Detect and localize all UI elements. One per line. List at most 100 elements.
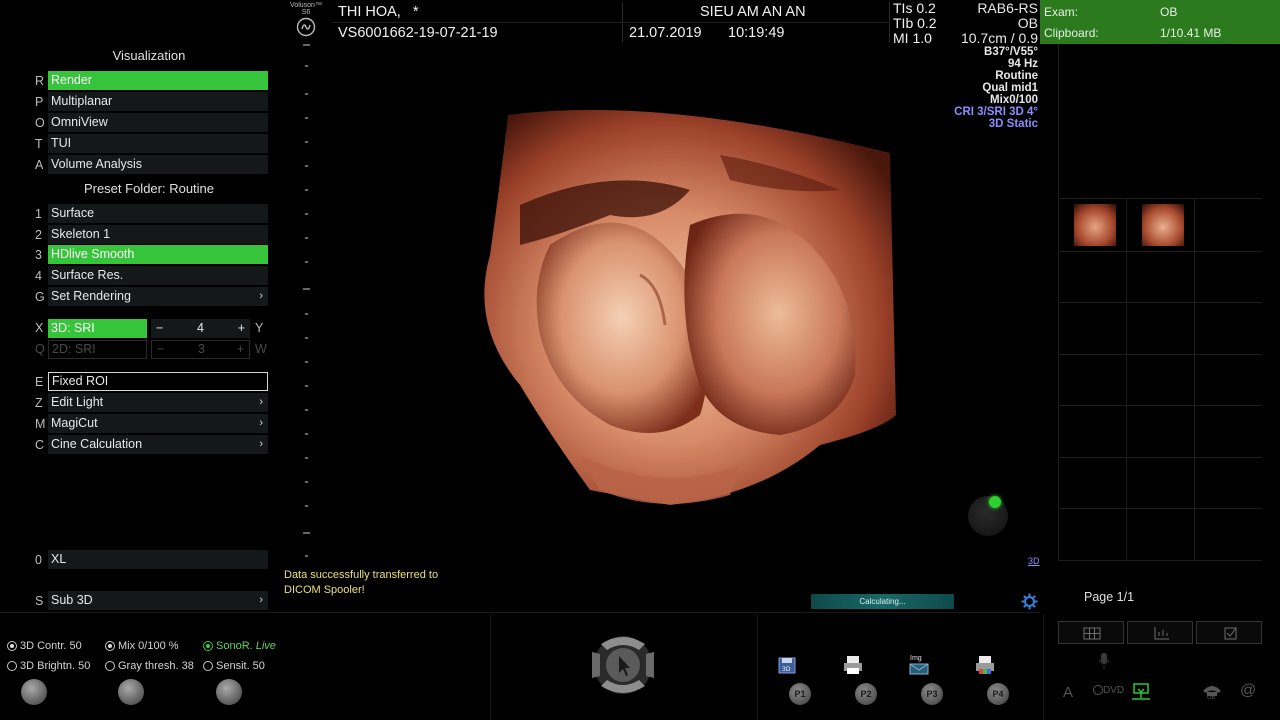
3d-contrast-control[interactable]: 3D Contr. 50 (7, 640, 82, 652)
printer-icon[interactable] (842, 654, 864, 676)
chevron-right-icon: › (259, 417, 263, 429)
font-size-button[interactable]: A (1063, 684, 1073, 701)
xl-button[interactable]: 0 XL (30, 550, 268, 569)
clipboard-thumbnail[interactable] (1074, 204, 1116, 246)
menu-item-label: Surface (48, 204, 268, 223)
hotkey: P (35, 94, 44, 109)
rotary-knob[interactable] (216, 679, 242, 705)
svg-text:3D: 3D (782, 666, 791, 673)
menu-multiplanar[interactable]: P Multiplanar (30, 92, 268, 111)
rotary-knob[interactable] (21, 679, 47, 705)
mix-control[interactable]: Mix 0/100 % (105, 640, 179, 652)
minus-button[interactable]: − (157, 341, 164, 358)
microphone-icon[interactable] (1097, 652, 1111, 670)
send-image-button[interactable]: Img (908, 654, 930, 676)
minus-button[interactable]: − (156, 319, 163, 338)
ge-logo: Voluson™ S6 (286, 2, 326, 42)
menu-omniview[interactable]: O OmniView (30, 113, 268, 132)
plus-button[interactable]: + (237, 341, 244, 358)
mi-index: MI 1.0 (893, 30, 932, 46)
gray-threshold-control[interactable]: Gray thresh. 38 (105, 660, 194, 672)
email-button[interactable]: @ (1240, 682, 1256, 700)
img-label: Img (910, 655, 922, 662)
exam-date: 21.07.2019 (629, 25, 702, 41)
rotary-knob[interactable] (118, 679, 144, 705)
p1-button[interactable]: P1 (789, 683, 811, 705)
hotkey: T (35, 136, 43, 151)
sri-3d-stepper[interactable]: − 4 + (151, 319, 250, 338)
sri-3d-button[interactable]: 3D: SRI (48, 319, 147, 338)
color-printer-icon[interactable] (974, 654, 996, 676)
checklist-button[interactable] (1196, 621, 1262, 644)
hotkey: G (35, 289, 45, 304)
sensitivity-control[interactable]: Sensit. 50 (203, 660, 265, 672)
menu-item-label: Volume Analysis (48, 155, 268, 174)
ge-monogram-icon (296, 17, 316, 37)
depth-scale (303, 44, 310, 557)
quality: Qual mid1 (982, 82, 1038, 94)
menu-volume-analysis[interactable]: A Volume Analysis (30, 155, 268, 174)
plus-button[interactable]: + (238, 319, 245, 338)
cine-calculation[interactable]: C Cine Calculation › (30, 435, 268, 454)
sub-3d[interactable]: S Sub 3D › (30, 591, 268, 610)
hotkey: 0 (35, 552, 42, 567)
p3-button[interactable]: P3 (921, 683, 943, 705)
sri-2d-stepper[interactable]: − 3 + (151, 340, 250, 359)
p4-button[interactable]: P4 (987, 683, 1009, 705)
trackball-navigator[interactable] (586, 632, 660, 698)
hotkey: Q (35, 342, 45, 356)
sri-3d-value: 4 (197, 321, 204, 335)
exam-panel[interactable]: Exam: OB Clipboard: 1/10.41 MB (1040, 0, 1280, 44)
hotkey: X (35, 321, 44, 335)
brand-model: S6 (301, 9, 311, 16)
dvd-button[interactable]: DVD (1093, 685, 1124, 696)
magicut[interactable]: M MagiCut › (30, 414, 268, 433)
menu-item-label: Fixed ROI (48, 372, 268, 391)
3d-brightness-control[interactable]: 3D Brightn. 50 (7, 660, 90, 672)
hotkey: 1 (35, 206, 42, 221)
disc-icon (1093, 685, 1103, 696)
hotkey: Y (255, 321, 264, 335)
chevron-right-icon: › (259, 594, 263, 606)
preset-hdlive-smooth[interactable]: 3 HDlive Smooth (30, 245, 268, 264)
preset-surface[interactable]: 1 Surface (30, 204, 268, 223)
depth: 10.7cm / 0.9 (960, 30, 1038, 46)
chart-view-button[interactable] (1127, 621, 1193, 644)
mode-tag-3d: 3D (1028, 556, 1040, 566)
menu-item-label: MagiCut (51, 416, 98, 430)
fixed-roi[interactable]: E Fixed ROI (30, 372, 268, 391)
grid-view-button[interactable] (1058, 621, 1124, 644)
chevron-right-icon: › (259, 396, 263, 408)
tis-index: TIs 0.2 (893, 0, 936, 16)
gear-icon[interactable] (1021, 593, 1038, 610)
frequency: 94 Hz (1007, 58, 1038, 70)
menu-item-label: XL (48, 550, 268, 569)
clipboard-label: Clipboard: (1044, 26, 1099, 40)
service-button[interactable]: GE (1200, 683, 1224, 703)
sonor-live-control[interactable]: SonoR. Live (203, 640, 276, 652)
menu-item-label: Cine Calculation (51, 437, 143, 451)
p2-button[interactable]: P2 (855, 683, 877, 705)
save-3d-icon[interactable]: 3D (776, 655, 798, 675)
sri-2d-button[interactable]: 2D: SRI (48, 340, 147, 359)
hotkey: E (35, 374, 44, 389)
tib-index: TIb 0.2 (893, 15, 937, 31)
set-rendering[interactable]: G Set Rendering › (30, 287, 268, 306)
grid-icon (1083, 627, 1101, 640)
status-message: Data successfully transferred to DICOM S… (284, 569, 439, 596)
hotkey: S (35, 593, 44, 608)
clipboard-thumbnail[interactable] (1142, 204, 1184, 246)
page-indicator: Page 1/1 (1084, 590, 1135, 604)
edit-light[interactable]: Z Edit Light › (30, 393, 268, 412)
checkbox-icon (1224, 627, 1237, 640)
fetal-3d-render[interactable] (460, 95, 910, 515)
network-transfer-icon[interactable] (1130, 682, 1152, 702)
preset-skeleton[interactable]: 2 Skeleton 1 (30, 225, 268, 244)
preset-surface-res[interactable]: 4 Surface Res. (30, 266, 268, 285)
visualization-title: Visualization (112, 48, 186, 63)
angles: B37°/V55° (984, 46, 1038, 58)
preset-name: Routine (995, 70, 1038, 82)
menu-tui[interactable]: T TUI (30, 134, 268, 153)
calculating-progress: Calculating... (811, 594, 954, 609)
menu-render[interactable]: R Render (30, 71, 268, 90)
